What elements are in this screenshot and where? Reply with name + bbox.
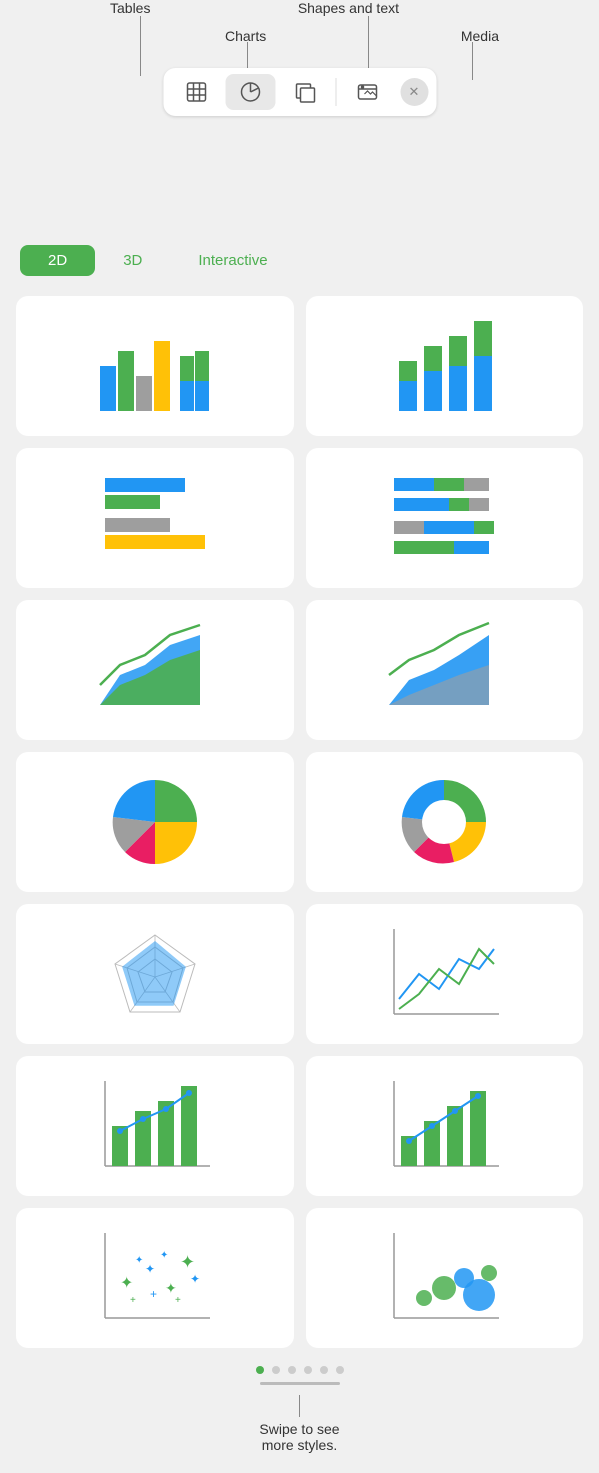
charts-button[interactable] xyxy=(225,74,275,110)
dot-3 xyxy=(288,1366,296,1374)
svg-text:✦: ✦ xyxy=(165,1280,177,1296)
dot-4 xyxy=(304,1366,312,1374)
label-charts: Charts xyxy=(225,28,266,44)
scroll-indicator xyxy=(260,1382,340,1385)
shapes-button[interactable] xyxy=(279,74,329,110)
arrow-media xyxy=(472,42,473,80)
chart-bar-grouped[interactable] xyxy=(16,296,294,436)
chart-scatter[interactable]: ✦ ✦ ✦ ✦ ✦ ✦ ✦ + + + xyxy=(16,1208,294,1348)
pagination xyxy=(256,1366,344,1374)
chart-radar[interactable] xyxy=(16,904,294,1044)
svg-text:+: + xyxy=(150,1287,157,1301)
tab-interactive[interactable]: Interactive xyxy=(170,245,295,276)
svg-text:✦: ✦ xyxy=(160,1250,168,1261)
svg-text:✦: ✦ xyxy=(180,1252,195,1272)
chart-area[interactable] xyxy=(16,600,294,740)
svg-text:✦: ✦ xyxy=(120,1275,133,1292)
chart-combo1[interactable] xyxy=(16,1056,294,1196)
label-media: Media xyxy=(461,28,499,44)
tables-button[interactable] xyxy=(171,74,221,110)
chart-donut[interactable] xyxy=(306,752,584,892)
dot-2 xyxy=(272,1366,280,1374)
chart-hbar-stacked[interactable] xyxy=(306,448,584,588)
chart-grid: ✦ ✦ ✦ ✦ ✦ ✦ ✦ + + + xyxy=(0,296,599,1348)
toolbar-divider xyxy=(335,78,336,106)
swipe-label: Swipe to see more styles. xyxy=(259,1417,339,1473)
tab-3d[interactable]: 3D xyxy=(95,245,170,276)
svg-text:✦: ✦ xyxy=(145,1262,155,1276)
close-button[interactable]: ✕ xyxy=(400,78,428,106)
dot-6 xyxy=(336,1366,344,1374)
dot-5 xyxy=(320,1366,328,1374)
chart-area-stacked[interactable] xyxy=(306,600,584,740)
label-tables: Tables xyxy=(110,0,150,16)
chart-combo2[interactable] xyxy=(306,1056,584,1196)
swipe-arrow xyxy=(299,1395,300,1417)
view-tabs: 2D 3D Interactive xyxy=(0,245,599,276)
tab-2d[interactable]: 2D xyxy=(20,245,95,276)
svg-text:✦: ✦ xyxy=(135,1255,143,1266)
arrow-shapes xyxy=(368,16,369,76)
label-shapes: Shapes and text xyxy=(298,0,399,16)
dot-1 xyxy=(256,1366,264,1374)
svg-text:+: + xyxy=(175,1295,181,1306)
top-labels-area: Tables Charts Shapes and text Media xyxy=(0,0,599,115)
media-button[interactable] xyxy=(342,74,392,110)
main-panel: 2D 3D Interactive xyxy=(0,115,599,1473)
chart-bubble[interactable] xyxy=(306,1208,584,1348)
chart-bar-stacked[interactable] xyxy=(306,296,584,436)
chart-pie[interactable] xyxy=(16,752,294,892)
chart-hbar-grouped[interactable] xyxy=(16,448,294,588)
svg-text:✦: ✦ xyxy=(190,1272,200,1286)
chart-line[interactable] xyxy=(306,904,584,1044)
svg-text:+: + xyxy=(130,1295,136,1306)
toolbar: ✕ xyxy=(163,68,436,116)
arrow-tables xyxy=(140,16,141,76)
